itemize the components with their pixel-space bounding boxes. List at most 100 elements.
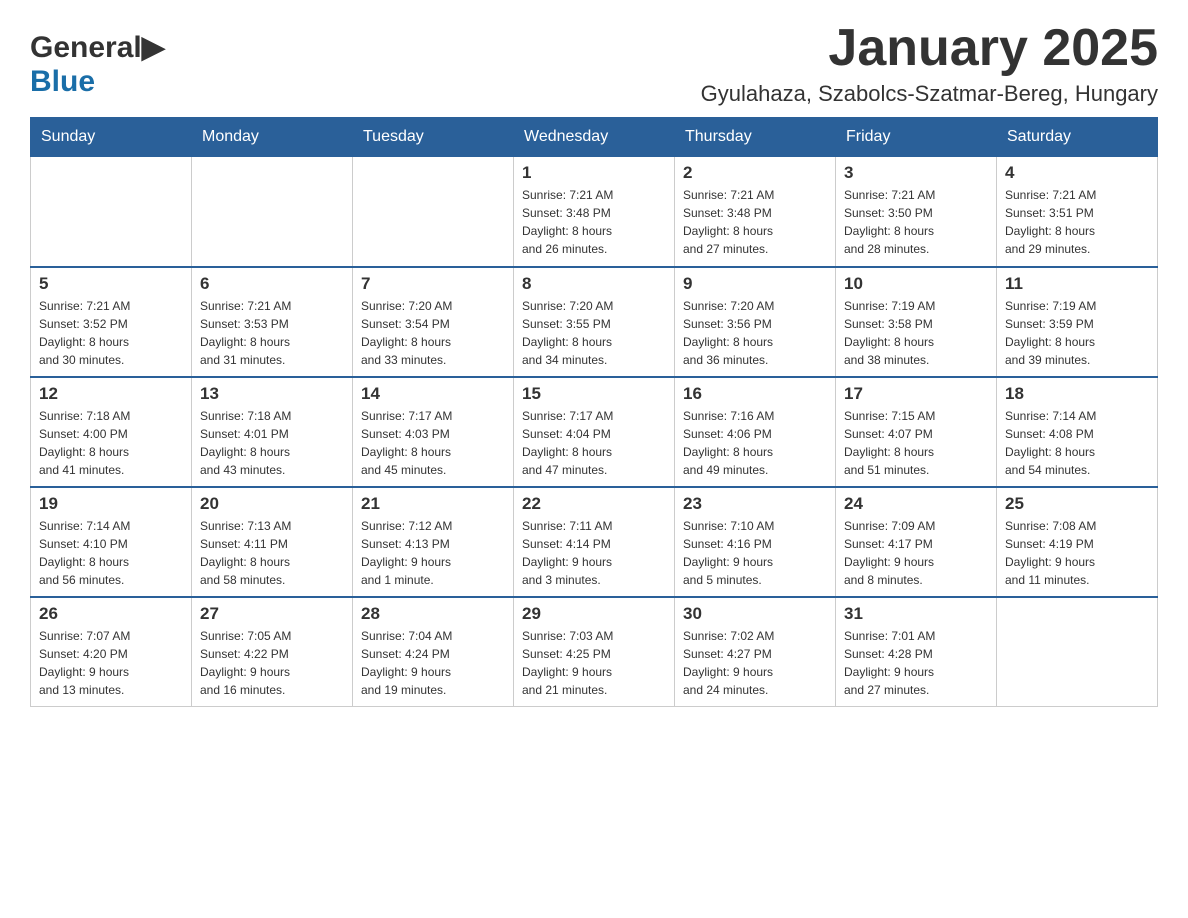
day-number: 28 bbox=[361, 604, 505, 624]
logo-blue: Blue bbox=[30, 65, 95, 99]
day-info: Sunrise: 7:07 AMSunset: 4:20 PMDaylight:… bbox=[39, 627, 183, 699]
day-info: Sunrise: 7:17 AMSunset: 4:03 PMDaylight:… bbox=[361, 407, 505, 479]
calendar-cell: 19 Sunrise: 7:14 AMSunset: 4:10 PMDayligh… bbox=[31, 487, 192, 597]
calendar-header-row: SundayMondayTuesdayWednesdayThursdayFrid… bbox=[31, 118, 1158, 157]
day-number: 29 bbox=[522, 604, 666, 624]
title-area: January 2025 Gyulahaza, Szabolcs-Szatmar… bbox=[701, 20, 1158, 107]
calendar-table: SundayMondayTuesdayWednesdayThursdayFrid… bbox=[30, 117, 1158, 707]
day-info: Sunrise: 7:01 AMSunset: 4:28 PMDaylight:… bbox=[844, 627, 988, 699]
calendar-cell: 14 Sunrise: 7:17 AMSunset: 4:03 PMDayligh… bbox=[353, 377, 514, 487]
calendar-cell: 1 Sunrise: 7:21 AMSunset: 3:48 PMDaylight… bbox=[514, 157, 675, 267]
day-number: 19 bbox=[39, 494, 183, 514]
day-info: Sunrise: 7:18 AMSunset: 4:00 PMDaylight:… bbox=[39, 407, 183, 479]
calendar-cell: 24 Sunrise: 7:09 AMSunset: 4:17 PMDayligh… bbox=[836, 487, 997, 597]
day-info: Sunrise: 7:15 AMSunset: 4:07 PMDaylight:… bbox=[844, 407, 988, 479]
calendar-cell: 11 Sunrise: 7:19 AMSunset: 3:59 PMDayligh… bbox=[997, 267, 1158, 377]
calendar-cell: 13 Sunrise: 7:18 AMSunset: 4:01 PMDayligh… bbox=[192, 377, 353, 487]
day-number: 11 bbox=[1005, 274, 1149, 294]
weekday-header-tuesday: Tuesday bbox=[353, 118, 514, 157]
calendar-cell: 15Sunrise: 7:17 AMSunset: 4:04 PMDayligh… bbox=[514, 377, 675, 487]
calendar-cell: 4 Sunrise: 7:21 AMSunset: 3:51 PMDaylight… bbox=[997, 157, 1158, 267]
header: General▶ Blue January 2025 Gyulahaza, Sz… bbox=[30, 20, 1158, 107]
calendar-week-row: 19 Sunrise: 7:14 AMSunset: 4:10 PMDayligh… bbox=[31, 487, 1158, 597]
calendar-cell: 23 Sunrise: 7:10 AMSunset: 4:16 PMDayligh… bbox=[675, 487, 836, 597]
weekday-header-friday: Friday bbox=[836, 118, 997, 157]
day-info: Sunrise: 7:20 AMSunset: 3:56 PMDaylight:… bbox=[683, 297, 827, 369]
calendar-cell: 25 Sunrise: 7:08 AMSunset: 4:19 PMDayligh… bbox=[997, 487, 1158, 597]
day-number: 7 bbox=[361, 274, 505, 294]
calendar-cell bbox=[353, 157, 514, 267]
day-number: 5 bbox=[39, 274, 183, 294]
calendar-cell: 5 Sunrise: 7:21 AMSunset: 3:52 PMDaylight… bbox=[31, 267, 192, 377]
day-info: Sunrise: 7:14 AMSunset: 4:08 PMDaylight:… bbox=[1005, 407, 1149, 479]
day-number: 14 bbox=[361, 384, 505, 404]
calendar-week-row: 5 Sunrise: 7:21 AMSunset: 3:52 PMDaylight… bbox=[31, 267, 1158, 377]
calendar-cell bbox=[31, 157, 192, 267]
day-number: 25 bbox=[1005, 494, 1149, 514]
weekday-header-saturday: Saturday bbox=[997, 118, 1158, 157]
day-info: Sunrise: 7:21 AMSunset: 3:48 PMDaylight:… bbox=[522, 186, 666, 258]
day-number: 8 bbox=[522, 274, 666, 294]
calendar-cell: 27Sunrise: 7:05 AMSunset: 4:22 PMDayligh… bbox=[192, 597, 353, 707]
day-number: 24 bbox=[844, 494, 988, 514]
weekday-header-wednesday: Wednesday bbox=[514, 118, 675, 157]
day-number: 21 bbox=[361, 494, 505, 514]
calendar-week-row: 26 Sunrise: 7:07 AMSunset: 4:20 PMDayligh… bbox=[31, 597, 1158, 707]
calendar-cell: 22 Sunrise: 7:11 AMSunset: 4:14 PMDayligh… bbox=[514, 487, 675, 597]
day-number: 20 bbox=[200, 494, 344, 514]
day-number: 17 bbox=[844, 384, 988, 404]
day-info: Sunrise: 7:09 AMSunset: 4:17 PMDaylight:… bbox=[844, 517, 988, 589]
calendar-cell: 30 Sunrise: 7:02 AMSunset: 4:27 PMDayligh… bbox=[675, 597, 836, 707]
calendar-cell: 21Sunrise: 7:12 AMSunset: 4:13 PMDayligh… bbox=[353, 487, 514, 597]
calendar-cell: 31 Sunrise: 7:01 AMSunset: 4:28 PMDayligh… bbox=[836, 597, 997, 707]
day-info: Sunrise: 7:21 AMSunset: 3:51 PMDaylight:… bbox=[1005, 186, 1149, 258]
location-title: Gyulahaza, Szabolcs-Szatmar-Bereg, Hunga… bbox=[701, 81, 1158, 107]
logo-general: General bbox=[30, 31, 142, 64]
calendar-cell bbox=[192, 157, 353, 267]
day-number: 31 bbox=[844, 604, 988, 624]
day-number: 3 bbox=[844, 163, 988, 183]
calendar-week-row: 1 Sunrise: 7:21 AMSunset: 3:48 PMDaylight… bbox=[31, 157, 1158, 267]
day-number: 1 bbox=[522, 163, 666, 183]
day-number: 22 bbox=[522, 494, 666, 514]
calendar-cell: 2 Sunrise: 7:21 AMSunset: 3:48 PMDaylight… bbox=[675, 157, 836, 267]
day-number: 9 bbox=[683, 274, 827, 294]
day-info: Sunrise: 7:18 AMSunset: 4:01 PMDaylight:… bbox=[200, 407, 344, 479]
day-info: Sunrise: 7:02 AMSunset: 4:27 PMDaylight:… bbox=[683, 627, 827, 699]
day-number: 23 bbox=[683, 494, 827, 514]
calendar-cell: 7 Sunrise: 7:20 AMSunset: 3:54 PMDaylight… bbox=[353, 267, 514, 377]
logo: General▶ Blue bbox=[30, 20, 165, 99]
calendar-cell: 8 Sunrise: 7:20 AMSunset: 3:55 PMDaylight… bbox=[514, 267, 675, 377]
day-info: Sunrise: 7:11 AMSunset: 4:14 PMDaylight:… bbox=[522, 517, 666, 589]
day-number: 26 bbox=[39, 604, 183, 624]
day-number: 30 bbox=[683, 604, 827, 624]
day-info: Sunrise: 7:08 AMSunset: 4:19 PMDaylight:… bbox=[1005, 517, 1149, 589]
calendar-cell: 6Sunrise: 7:21 AMSunset: 3:53 PMDaylight… bbox=[192, 267, 353, 377]
logo-general-text: General▶ bbox=[30, 30, 165, 65]
weekday-header-sunday: Sunday bbox=[31, 118, 192, 157]
day-info: Sunrise: 7:21 AMSunset: 3:50 PMDaylight:… bbox=[844, 186, 988, 258]
day-info: Sunrise: 7:21 AMSunset: 3:48 PMDaylight:… bbox=[683, 186, 827, 258]
weekday-header-thursday: Thursday bbox=[675, 118, 836, 157]
day-info: Sunrise: 7:19 AMSunset: 3:59 PMDaylight:… bbox=[1005, 297, 1149, 369]
calendar-cell: 3 Sunrise: 7:21 AMSunset: 3:50 PMDaylight… bbox=[836, 157, 997, 267]
day-info: Sunrise: 7:20 AMSunset: 3:54 PMDaylight:… bbox=[361, 297, 505, 369]
month-title: January 2025 bbox=[701, 20, 1158, 77]
weekday-header-monday: Monday bbox=[192, 118, 353, 157]
day-info: Sunrise: 7:04 AMSunset: 4:24 PMDaylight:… bbox=[361, 627, 505, 699]
day-info: Sunrise: 7:14 AMSunset: 4:10 PMDaylight:… bbox=[39, 517, 183, 589]
calendar-cell: 29Sunrise: 7:03 AMSunset: 4:25 PMDayligh… bbox=[514, 597, 675, 707]
day-number: 6 bbox=[200, 274, 344, 294]
day-number: 27 bbox=[200, 604, 344, 624]
calendar-cell: 16Sunrise: 7:16 AMSunset: 4:06 PMDayligh… bbox=[675, 377, 836, 487]
calendar-cell: 20Sunrise: 7:13 AMSunset: 4:11 PMDayligh… bbox=[192, 487, 353, 597]
day-info: Sunrise: 7:21 AMSunset: 3:52 PMDaylight:… bbox=[39, 297, 183, 369]
day-info: Sunrise: 7:10 AMSunset: 4:16 PMDaylight:… bbox=[683, 517, 827, 589]
day-info: Sunrise: 7:16 AMSunset: 4:06 PMDaylight:… bbox=[683, 407, 827, 479]
calendar-cell: 10Sunrise: 7:19 AMSunset: 3:58 PMDayligh… bbox=[836, 267, 997, 377]
day-info: Sunrise: 7:20 AMSunset: 3:55 PMDaylight:… bbox=[522, 297, 666, 369]
calendar-cell: 12Sunrise: 7:18 AMSunset: 4:00 PMDayligh… bbox=[31, 377, 192, 487]
day-number: 2 bbox=[683, 163, 827, 183]
day-number: 4 bbox=[1005, 163, 1149, 183]
day-number: 13 bbox=[200, 384, 344, 404]
